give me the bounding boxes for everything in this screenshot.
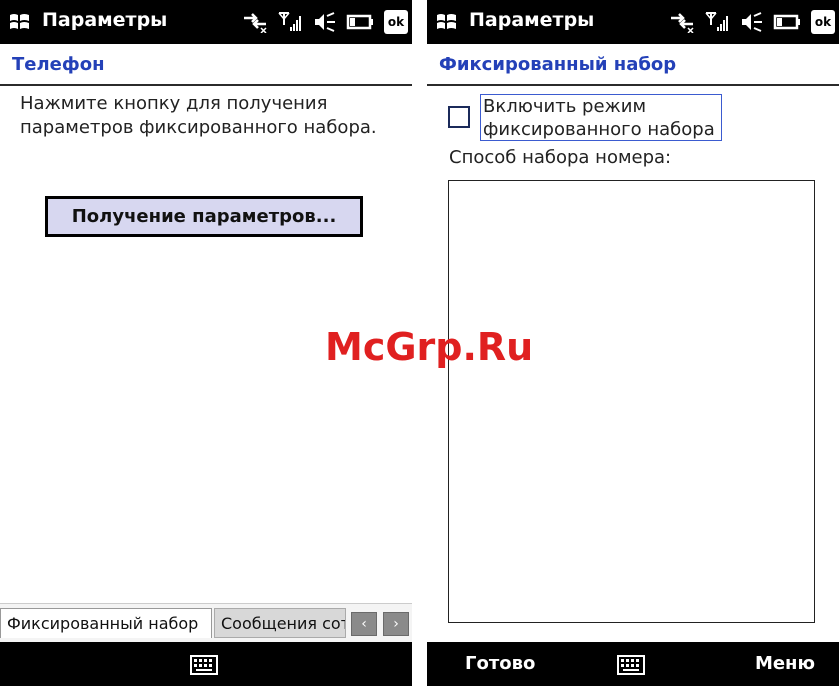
- title-bar: Параметры ok: [0, 0, 412, 44]
- done-softkey[interactable]: Готово: [465, 653, 535, 674]
- tab-scroll-right-button[interactable]: ›: [383, 612, 409, 636]
- section-title: Фиксированный набор: [439, 54, 677, 75]
- tab-scroll-left-button[interactable]: ‹: [351, 612, 377, 636]
- get-parameters-button[interactable]: Получение параметров...: [45, 196, 363, 237]
- title-bar: Параметры ok: [427, 0, 839, 44]
- connectivity-icon[interactable]: [669, 11, 695, 33]
- dial-method-list[interactable]: [448, 180, 815, 623]
- speaker-muted-icon[interactable]: [739, 11, 763, 33]
- instruction-text: Нажмите кнопку для получения параметров …: [20, 93, 377, 138]
- app-title: Параметры: [469, 9, 595, 31]
- keyboard-icon[interactable]: [190, 655, 218, 675]
- tab-strip: Фиксированный набор Сообщения сот ‹ ›: [0, 603, 412, 642]
- section-header: Телефон: [0, 44, 412, 86]
- soft-key-bar: [0, 642, 412, 686]
- windows-start-icon[interactable]: [8, 11, 32, 33]
- signal-icon[interactable]: [705, 11, 729, 33]
- enable-fixed-dialing-checkbox[interactable]: [448, 106, 470, 128]
- tab-cell-messages[interactable]: Сообщения сот: [214, 608, 346, 638]
- signal-icon[interactable]: [278, 11, 302, 33]
- speaker-muted-icon[interactable]: [312, 11, 336, 33]
- enable-fixed-dialing-label[interactable]: Включить режим фиксированного набора: [480, 94, 722, 141]
- connectivity-icon[interactable]: [242, 11, 268, 33]
- section-header: Фиксированный набор: [427, 44, 839, 86]
- keyboard-icon[interactable]: [617, 655, 645, 675]
- section-title: Телефон: [12, 54, 105, 75]
- ok-button[interactable]: ok: [811, 10, 835, 34]
- tab-fixed-dialing[interactable]: Фиксированный набор: [0, 608, 212, 638]
- menu-softkey[interactable]: Меню: [755, 653, 815, 674]
- watermark: McGrp.Ru: [325, 325, 534, 369]
- soft-key-bar: Готово Меню: [427, 642, 839, 686]
- dial-method-label: Способ набора номера:: [449, 147, 672, 168]
- battery-icon[interactable]: [346, 11, 374, 33]
- app-title: Параметры: [42, 9, 168, 31]
- ok-button[interactable]: ok: [384, 10, 408, 34]
- battery-icon[interactable]: [773, 11, 801, 33]
- windows-start-icon[interactable]: [435, 11, 459, 33]
